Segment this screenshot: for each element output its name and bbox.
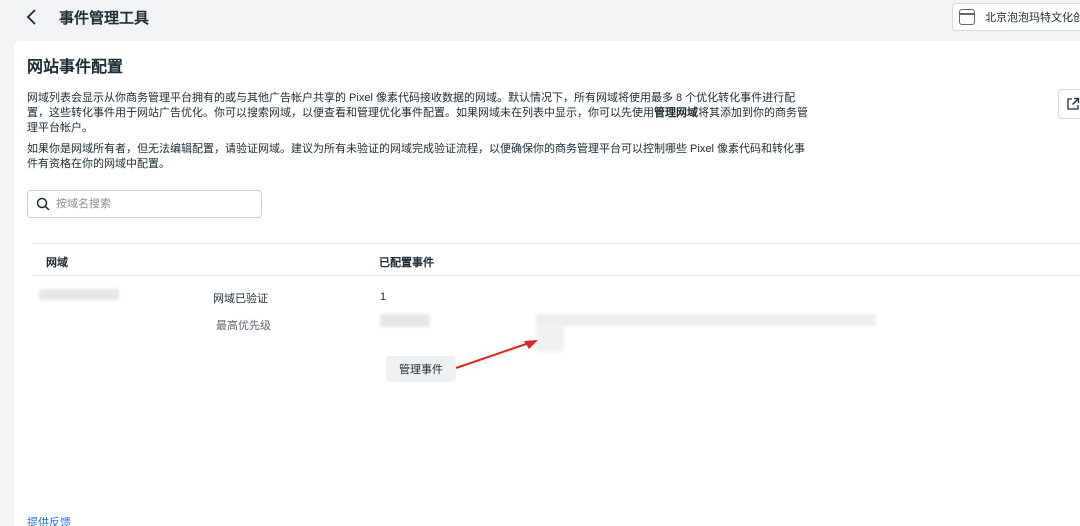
column-header-domain: 网域 (46, 257, 68, 269)
priority-label: 最高优先级 (216, 320, 271, 332)
account-name: 北京泡泡玛特文化创 (985, 12, 1080, 24)
redacted-event (380, 314, 430, 327)
account-selector[interactable]: 北京泡泡玛特文化创 (952, 3, 1080, 31)
manage-events-button[interactable]: 管理事件 (386, 356, 456, 382)
annotation-arrow (455, 340, 538, 369)
top-bar: 事件管理工具 北京泡泡玛特文化创 (0, 0, 1080, 36)
description-paragraph-1: 网域列表会显示从你商务管理平台拥有的或与其他广告帐户共享的 Pixel 像素代码… (27, 91, 812, 136)
column-header-configured-events: 已配置事件 (379, 257, 434, 269)
manage-domains-link[interactable]: 管理网域 (654, 107, 698, 119)
description-paragraph-2: 如果你是网域所有者，但无法编辑配置，请验证网域。建议为所有未验证的网域完成验证流… (27, 143, 805, 170)
table-header: 网域 已配置事件 (32, 243, 1080, 276)
search-icon (36, 197, 50, 211)
external-link-icon (1067, 97, 1080, 110)
domain-status: 网域已验证 (213, 293, 268, 305)
redacted-event-detail (536, 314, 876, 326)
search-field[interactable] (27, 190, 262, 218)
event-count: 1 (380, 291, 387, 303)
page-title: 事件管理工具 (59, 10, 150, 27)
search-input[interactable] (56, 198, 246, 210)
section-title: 网站事件配置 (27, 59, 124, 76)
chevron-left-icon (26, 9, 36, 25)
feedback-link[interactable]: 提供反馈 (27, 514, 71, 526)
back-button[interactable] (22, 6, 42, 28)
main-panel: 网站事件配置 网域列表会显示从你商务管理平台拥有的或与其他广告帐户共享的 Pix… (14, 41, 1080, 526)
window-icon (959, 9, 975, 25)
open-external-button[interactable] (1058, 89, 1080, 119)
redacted-domain (39, 289, 119, 300)
